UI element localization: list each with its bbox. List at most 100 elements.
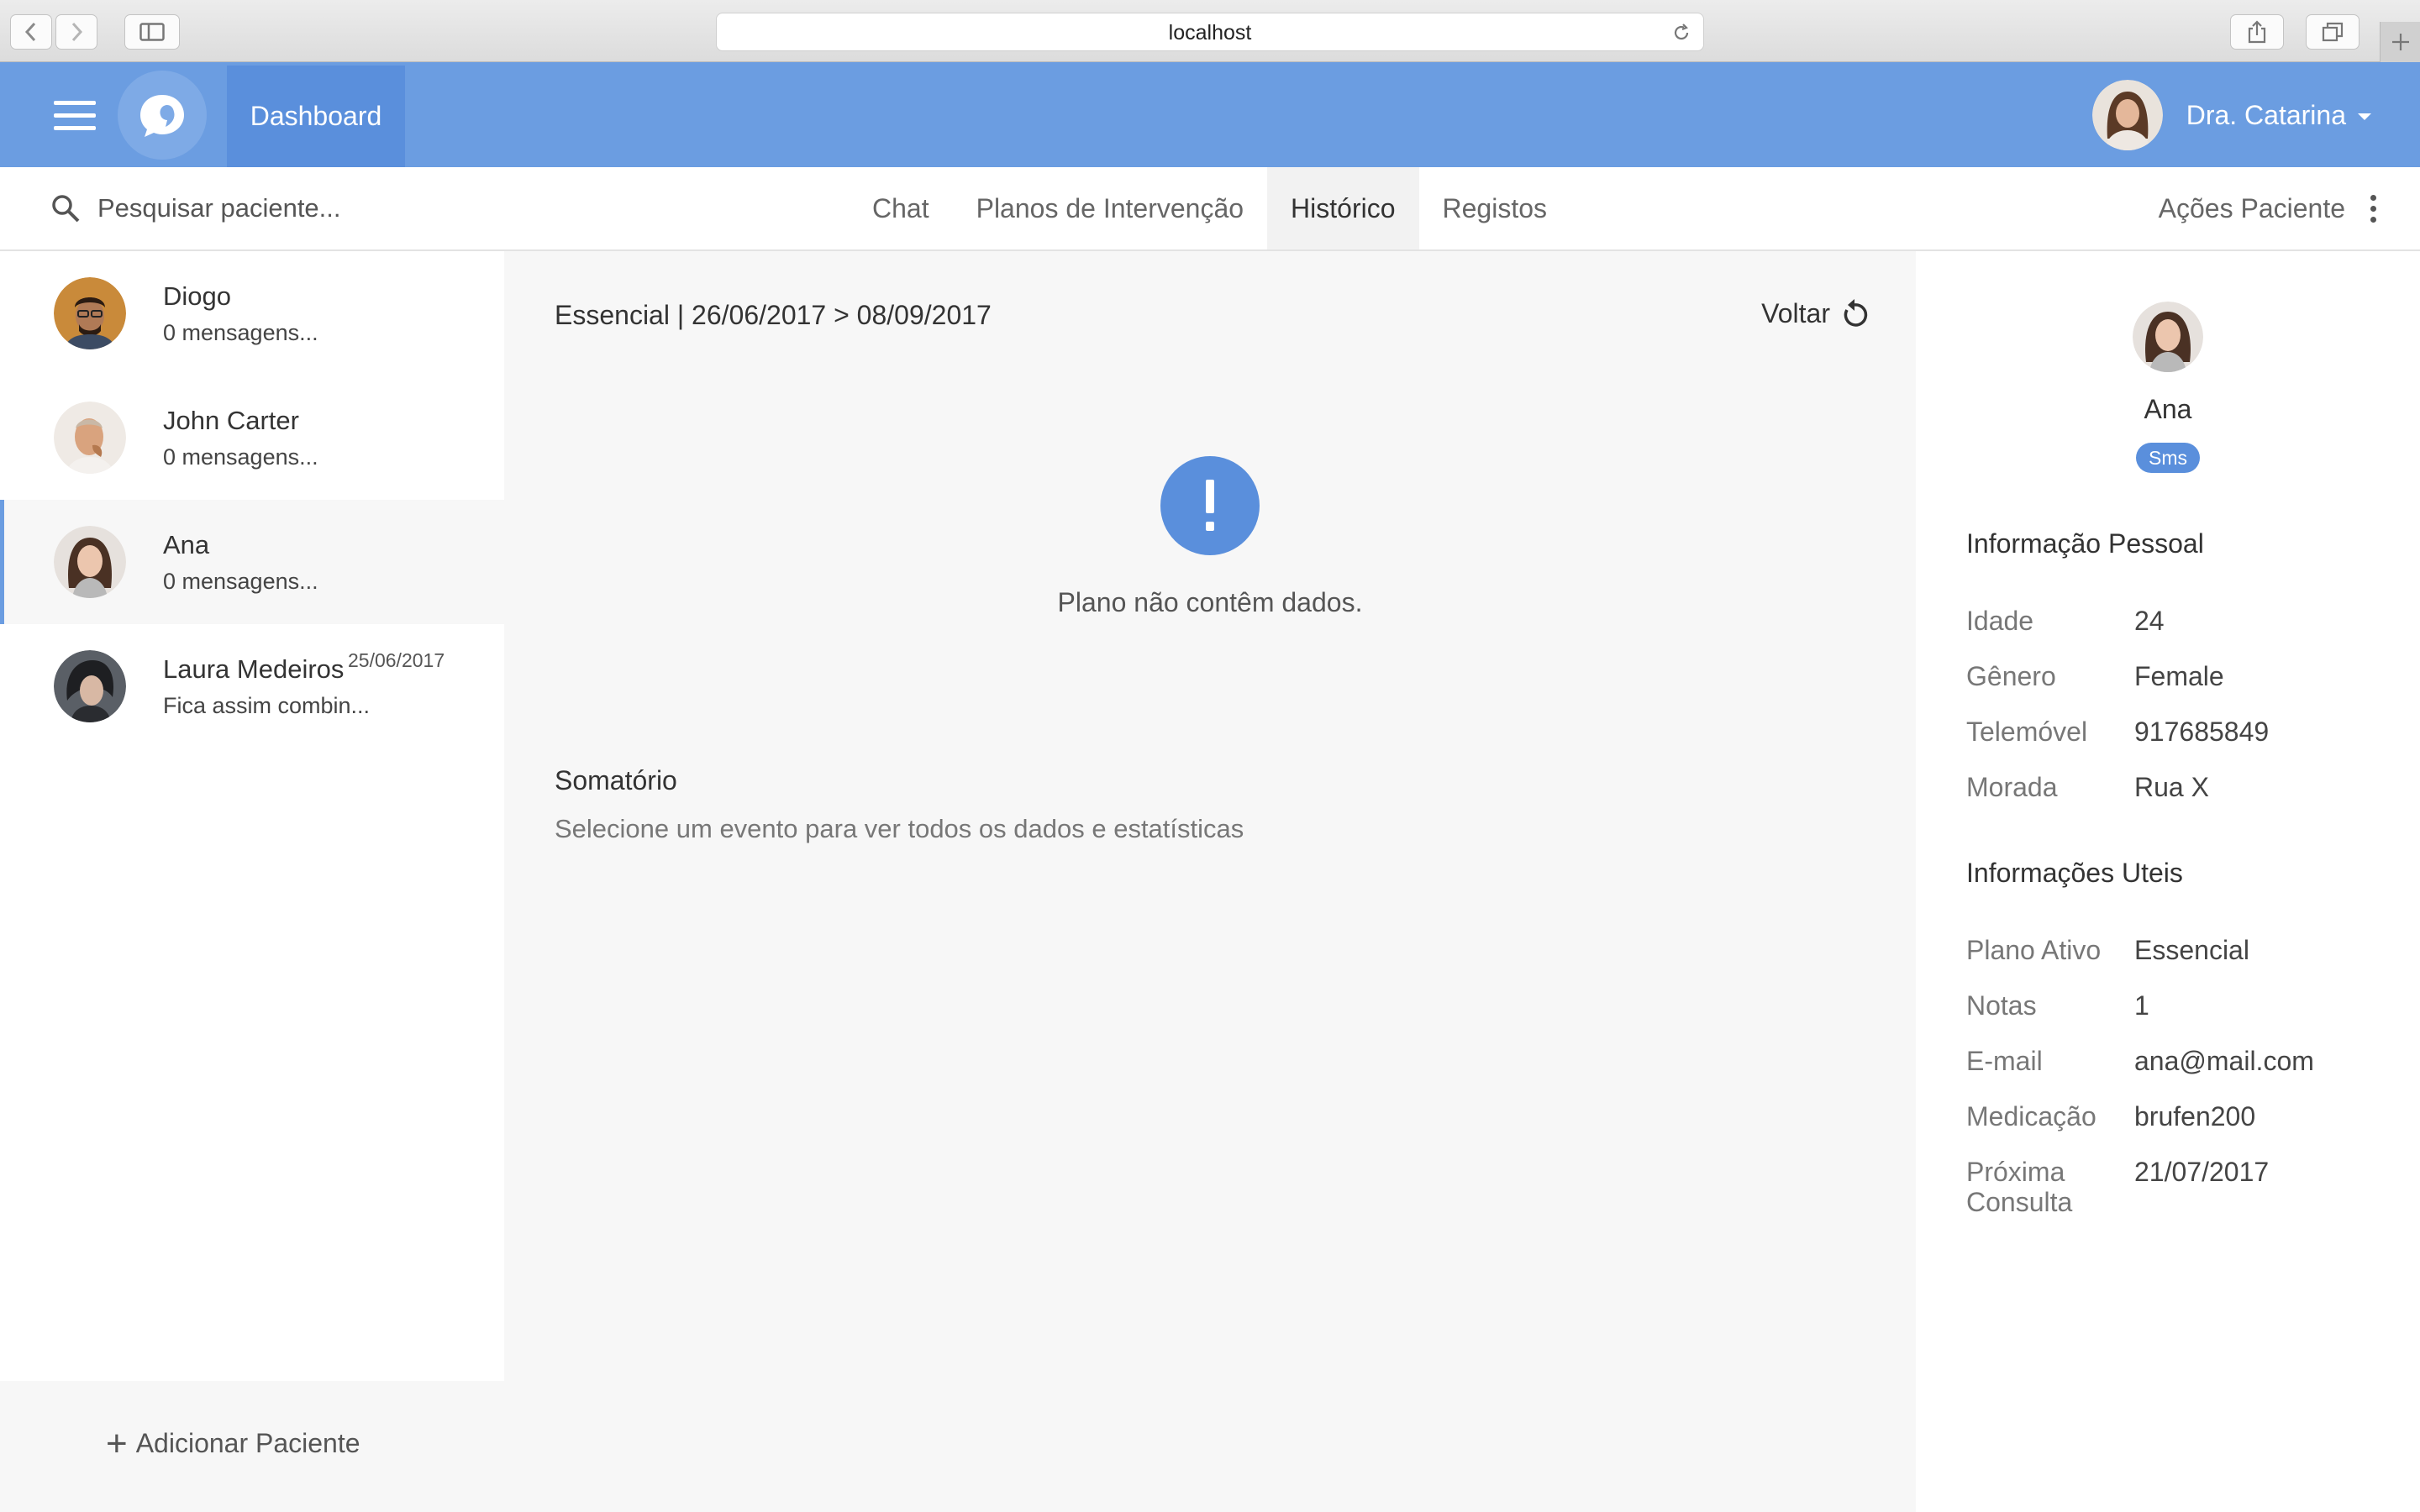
alert-icon [1160, 456, 1260, 555]
search-icon [52, 195, 80, 223]
avatar [54, 526, 126, 598]
patient-last-message: 0 mensagens... [163, 444, 318, 470]
back-button[interactable]: Voltar [1761, 297, 1870, 330]
info-row: Telemóvel 917685849 [1966, 717, 2386, 747]
patient-last-message: 0 mensagens... [163, 319, 318, 345]
chevron-left-icon [24, 22, 36, 42]
patient-name: Laura Medeiros [163, 654, 345, 684]
tab-registos[interactable]: Registos [1419, 167, 1571, 249]
info-row: Medicação brufen200 [1966, 1101, 2386, 1131]
patient-search [50, 167, 450, 249]
info-row: Notas 1 [1966, 990, 2386, 1021]
info-label: Medicação [1966, 1101, 2096, 1131]
more-vert-icon [2370, 194, 2376, 223]
back-label: Voltar [1761, 297, 1830, 328]
patient-actions-label: Ações Paciente [2158, 192, 2345, 223]
info-value: Essencial [2134, 935, 2249, 965]
avatar [2091, 80, 2163, 150]
patient-profile-panel: Ana Sms Informação Pessoal Idade 24 Gêne… [1916, 251, 2420, 1512]
sidebar-icon [139, 23, 165, 41]
patient-list-item[interactable]: Diogo 0 mensagens... [0, 251, 504, 375]
info-row: Gênero Female [1966, 661, 2386, 691]
share-button[interactable] [2230, 14, 2284, 50]
history-panel: Essencial | 26/06/2017 > 08/09/2017 Volt… [504, 251, 1916, 1512]
info-value: 24 [2134, 606, 2165, 636]
plus-icon: + [106, 1422, 128, 1464]
address-bar[interactable]: localhost [716, 13, 1704, 51]
avatar [54, 650, 126, 722]
menu-icon [54, 100, 96, 105]
info-value: Rua X [2134, 772, 2209, 802]
share-icon [2248, 20, 2266, 44]
app-header: Dashboard Dra. Catarina [0, 62, 2420, 167]
tab-bar: Chat Planos de Intervenção Histórico Reg… [849, 167, 1570, 249]
tabs-icon [2322, 22, 2344, 42]
patient-actions-button[interactable]: Ações Paciente [2159, 167, 2376, 249]
patient-list-item[interactable]: John Carter 0 mensagens... [0, 375, 504, 500]
patient-nav: Chat Planos de Intervenção Histórico Reg… [0, 167, 2420, 251]
new-tab-button[interactable] [2380, 22, 2420, 62]
chevron-right-icon [71, 22, 83, 42]
add-patient-label: Adicionar Paciente [135, 1428, 360, 1458]
info-row: E-mail ana@mail.com [1966, 1046, 2386, 1076]
summary-title: Somatório [555, 765, 677, 795]
info-value: 21/07/2017 [2134, 1157, 2270, 1187]
info-label: Morada [1966, 772, 2058, 802]
add-patient-button[interactable]: + Adicionar Paciente [106, 1422, 360, 1464]
user-menu[interactable]: Dra. Catarina [2091, 79, 2371, 151]
plus-icon [2391, 34, 2409, 50]
patient-name: John Carter [163, 405, 299, 435]
undo-icon [1844, 299, 1868, 327]
info-row: Idade 24 [1966, 606, 2386, 636]
menu-button[interactable] [44, 92, 106, 138]
info-row: Plano Ativo Essencial [1966, 935, 2386, 965]
user-name: Dra. Catarina [2186, 99, 2346, 130]
search-input[interactable] [97, 193, 450, 223]
summary-hint: Selecione um evento para ver todos os da… [555, 814, 1244, 843]
tab-planos-intervencao[interactable]: Planos de Intervenção [953, 167, 1267, 249]
patient-name: Diogo [163, 281, 231, 311]
avatar [2133, 302, 2203, 372]
avatar [54, 402, 126, 474]
info-label: Gênero [1966, 661, 2056, 691]
info-label: Plano Ativo [1966, 935, 2102, 965]
browser-toolbar: localhost [0, 0, 2420, 62]
message-date: 25/06/2017 [348, 649, 445, 671]
profile-name: Ana [2144, 394, 2192, 424]
tab-chat[interactable]: Chat [849, 167, 953, 249]
info-value: Female [2134, 661, 2224, 691]
useful-info-title: Informações Uteis [1966, 858, 2183, 888]
info-label: Idade [1966, 606, 2034, 636]
avatar [54, 277, 126, 349]
app-logo[interactable] [118, 71, 207, 160]
patient-list-item-selected[interactable]: Ana 0 mensagens... [0, 500, 504, 624]
info-value: 1 [2134, 990, 2149, 1021]
browser-forward-button[interactable] [55, 14, 97, 50]
personal-info-title: Informação Pessoal [1966, 528, 2204, 559]
caret-down-icon [2358, 113, 2371, 120]
info-value: ana@mail.com [2134, 1046, 2314, 1076]
info-label: E-mail [1966, 1046, 2043, 1076]
url-text: localhost [1168, 21, 1252, 45]
reload-icon[interactable] [1671, 23, 1691, 43]
info-label: Próxima Consulta [1966, 1157, 2073, 1217]
info-row: Próxima Consulta 21/07/2017 [1966, 1157, 2386, 1217]
info-value: 917685849 [2134, 717, 2270, 747]
tabs-overview-button[interactable] [2306, 14, 2360, 50]
patient-list-item[interactable]: Laura Medeiros Fica assim combin... 25/0… [0, 624, 504, 748]
tab-historico[interactable]: Histórico [1267, 167, 1419, 249]
info-label: Notas [1966, 990, 2037, 1021]
browser-back-button[interactable] [10, 14, 52, 50]
patient-list: Diogo 0 mensagens... John Carter 0 mensa… [0, 251, 504, 1381]
info-row: Morada Rua X [1966, 772, 2386, 802]
sidebar-toggle-button[interactable] [124, 14, 180, 50]
patient-name: Ana [163, 529, 210, 559]
plan-period: Essencial | 26/06/2017 > 08/09/2017 [555, 300, 992, 330]
patient-last-message: Fica assim combin... [163, 692, 371, 718]
contact-badge: Sms [2136, 443, 2200, 473]
info-value: brufen200 [2134, 1101, 2256, 1131]
empty-state-message: Plano não contêm dados. [1057, 587, 1363, 617]
dashboard-tab[interactable]: Dashboard [227, 66, 405, 167]
logo-icon [140, 95, 184, 137]
info-label: Telemóvel [1966, 717, 2088, 747]
